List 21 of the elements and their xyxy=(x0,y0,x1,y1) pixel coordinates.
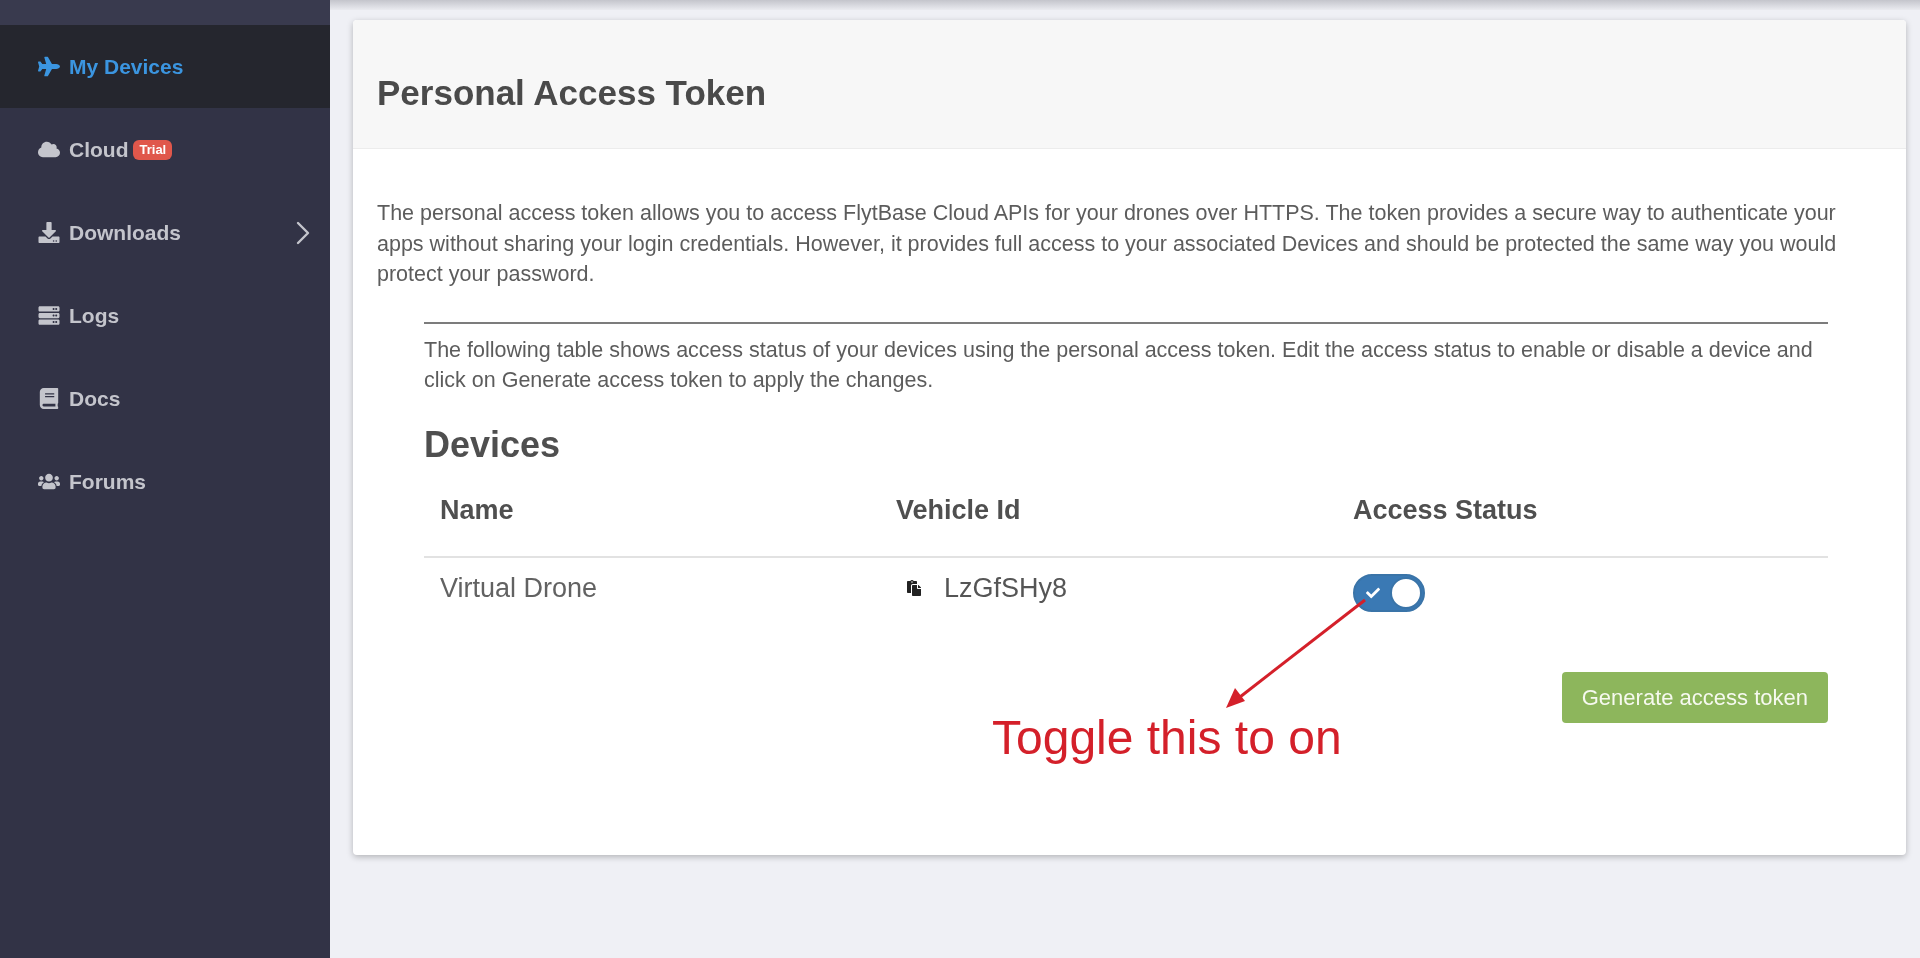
server-icon xyxy=(38,305,60,326)
table-cell: LzGfSHy8 xyxy=(944,571,1068,604)
cloud-icon xyxy=(38,139,60,160)
book-icon xyxy=(38,388,60,409)
card-title: Personal Access Token xyxy=(377,72,767,114)
sidebar-item[interactable]: My Devices xyxy=(0,25,330,108)
access-toggle[interactable] xyxy=(1353,573,1425,612)
check-icon xyxy=(1365,585,1381,600)
description-text: The personal access token allows you to access FlytBase Cloud APIs for your drones over HTTPS. The token provides a secure way to authenticate your apps without sharing your login credentials. However, it provides full access to your associated Devices and should be protected the same way you would protect your password. xyxy=(377,200,1838,288)
column-header: Access Status xyxy=(1352,493,1539,527)
plan-badge: Trial xyxy=(133,139,173,160)
table-intro-text: The following table shows access status of your devices using the personal access token. Edit the access status to enable or disable a device and click on Generate access token to apply the changes. xyxy=(424,336,1814,394)
download-icon xyxy=(38,222,60,243)
plane-icon xyxy=(38,56,60,77)
users-icon xyxy=(38,471,60,492)
annotation-text: Toggle this to on xyxy=(992,710,1342,766)
table-cell-text: Virtual Drone xyxy=(439,571,599,604)
column-header: Vehicle Id xyxy=(895,493,1022,527)
section-heading: Devices xyxy=(424,423,562,466)
column-header: Name xyxy=(439,493,515,527)
clipboard-icon xyxy=(906,579,922,596)
